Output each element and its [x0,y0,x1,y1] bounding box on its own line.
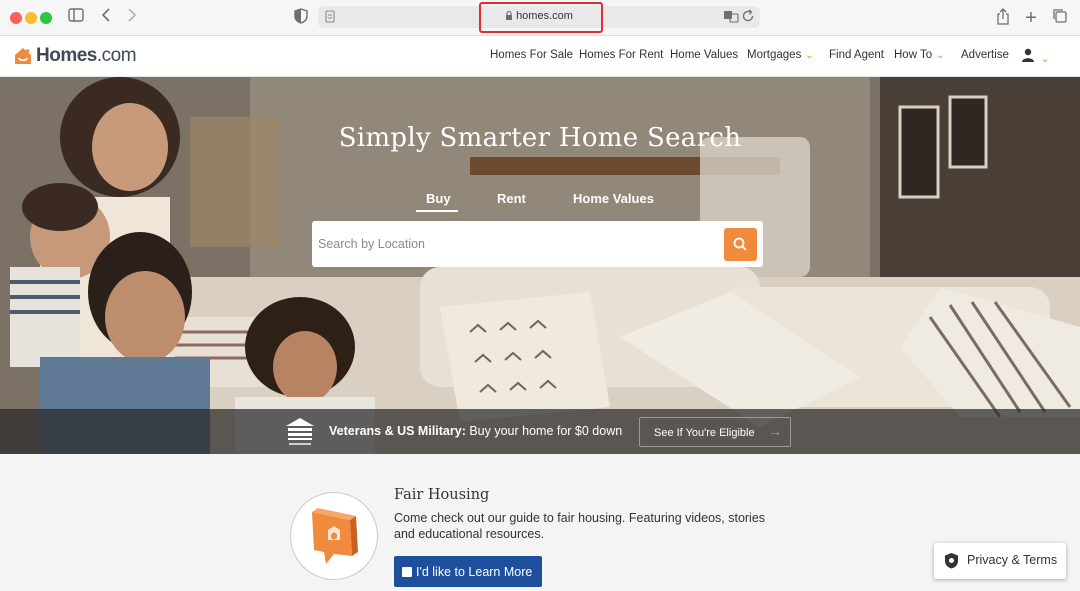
homes-logo[interactable]: Homes.com [13,44,137,68]
chevron-down-icon: ⌄ [936,50,945,61]
fair-housing-badge [290,492,378,580]
nav-find-agent[interactable]: Find Agent [829,49,884,61]
privacy-terms-button[interactable]: Privacy & Terms [934,543,1066,579]
recaptcha-shield-icon [944,552,959,574]
see-if-eligible-button[interactable]: See If You're Eligible → [639,417,791,447]
hero-section: Simply Smarter Home Search Buy Rent Home… [0,77,1080,454]
nav-mortgages[interactable]: Mortgages ⌄ [747,49,814,61]
fair-housing-section: Fair Housing Come check out our guide to… [0,454,1080,591]
chat-bubble-house-icon [312,508,358,564]
account-menu[interactable]: ⌄ [1021,48,1049,65]
house-logo-icon [15,48,31,64]
user-icon [1022,48,1034,62]
browser-toolbar: homes.com + [0,0,1080,36]
learn-more-button[interactable]: I'd like to Learn More [394,556,542,587]
tab-home-values[interactable]: Home Values [573,191,654,206]
arrow-right-icon: → [768,423,782,439]
fair-housing-title: Fair Housing [394,487,490,503]
hero-title: Simply Smarter Home Search [338,123,742,153]
nav-homes-for-rent[interactable]: Homes For Rent [579,49,663,61]
location-search-input[interactable] [318,233,698,255]
search-icon [733,237,747,251]
forward-icon[interactable] [124,8,140,28]
translate-icon[interactable] [723,9,739,28]
fair-housing-description: Come check out our guide to fair housing… [394,511,766,541]
search-button[interactable] [724,228,757,261]
reload-icon[interactable] [742,9,755,28]
minimize-window-button[interactable] [25,12,37,24]
veterans-banner-text: Veterans & US Military: Buy your home fo… [329,424,623,438]
tab-overview-icon[interactable] [1050,8,1068,28]
zoom-window-button[interactable] [40,12,52,24]
nav-advertise[interactable]: Advertise [961,49,1009,61]
nav-home-values[interactable]: Home Values [670,49,738,61]
tab-rent[interactable]: Rent [497,191,526,206]
logo-text: Homes.com [36,45,137,66]
tab-buy[interactable]: Buy [426,191,451,206]
nav-homes-for-sale[interactable]: Homes For Sale [490,49,573,61]
active-tab-underline [416,210,458,212]
military-flag-icon [283,416,317,453]
url-highlight-box [479,2,603,33]
chevron-down-icon: ⌄ [1041,54,1050,65]
site-header: Homes.com Homes For Sale Homes For Rent … [0,36,1080,77]
share-icon[interactable] [994,8,1012,28]
search-box [312,221,763,267]
checkbox-icon [402,567,412,577]
close-window-button[interactable] [10,12,22,24]
nav-how-to[interactable]: How To ⌄ [894,49,945,61]
sidebar-toggle-icon[interactable] [66,8,86,28]
veterans-banner: Veterans & US Military: Buy your home fo… [0,409,1080,454]
chevron-down-icon: ⌄ [805,50,814,61]
back-icon[interactable] [98,8,114,28]
privacy-shield-icon[interactable] [292,8,310,28]
new-tab-icon[interactable]: + [1022,8,1040,28]
